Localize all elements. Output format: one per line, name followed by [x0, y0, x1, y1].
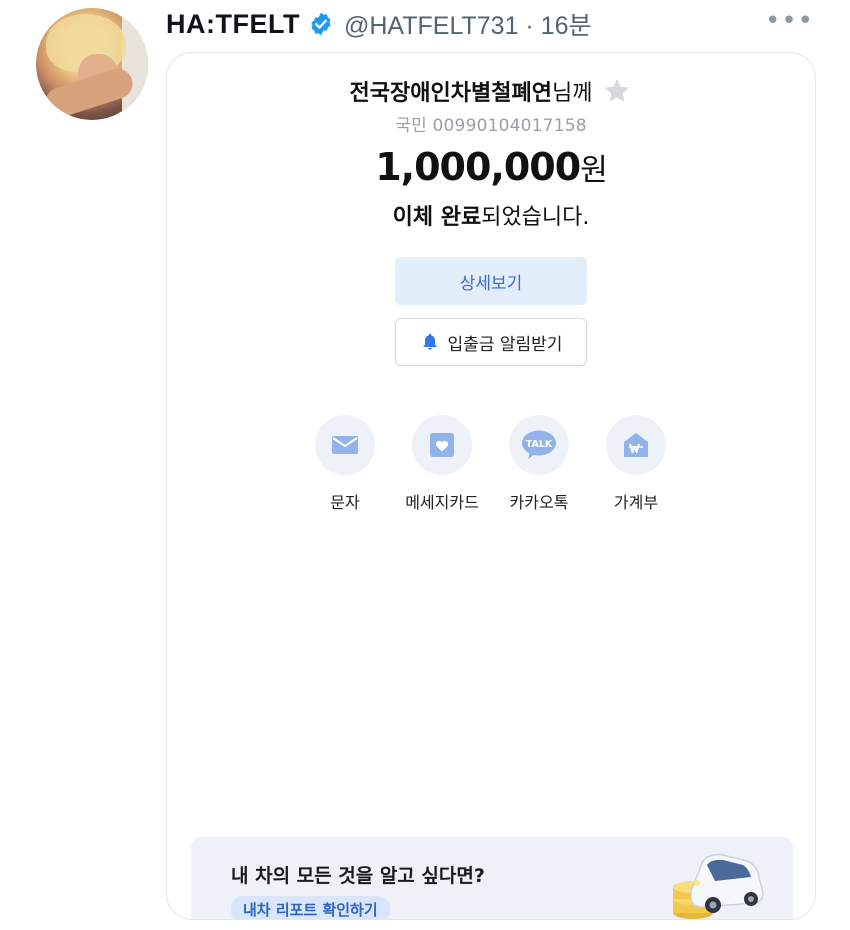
transfer-amount: 1,000,000원	[167, 145, 815, 189]
car-report-link[interactable]: 내차 리포트 확인하기	[231, 896, 390, 919]
amount-value: 1,000,000	[375, 145, 581, 189]
recipient-name: 전국장애인차별철폐연	[349, 81, 552, 106]
tweet-image[interactable]: 전국장애인차별철폐연 님께 국민 00990104017158 1,000,000…	[166, 52, 816, 920]
recipient-line: 전국장애인차별철폐연 님께	[167, 75, 815, 107]
bell-icon	[422, 333, 437, 350]
kakaotalk-icon-text: TALK	[526, 439, 553, 450]
share-kakaotalk[interactable]: TALK 카카오톡	[494, 415, 584, 513]
handle-and-time[interactable]: @HATFELT731 · 16분	[344, 6, 592, 42]
star-icon[interactable]	[602, 76, 632, 106]
status-rest: 되었습니다.	[481, 205, 590, 230]
share-ledger-label: 가계부	[613, 493, 659, 512]
details-button[interactable]: 상세보기	[395, 257, 587, 305]
share-message-card-label: 메세지카드	[405, 493, 479, 512]
verified-badge-icon	[311, 12, 331, 36]
transfer-status: 이체 완료되었습니다.	[167, 199, 815, 231]
envelope-icon	[332, 436, 358, 454]
recipient-suffix: 님께	[551, 81, 593, 106]
car-coins-illustration	[673, 853, 764, 919]
share-ledger-circle	[606, 415, 666, 475]
display-name[interactable]: HA:TFELT	[166, 9, 300, 40]
house-ledger-icon	[624, 433, 648, 457]
kakaotalk-icon: TALK	[522, 430, 556, 459]
avatar[interactable]	[36, 8, 148, 120]
share-sms-label: 문자	[330, 493, 360, 512]
alert-button-label: 입출금 알림받기	[447, 334, 563, 355]
tweet-header: HA:TFELT @HATFELT731 · 16분	[166, 6, 592, 42]
avatar-background	[122, 8, 148, 120]
share-sms-circle	[315, 415, 375, 475]
more-horizontal-icon[interactable]: •••	[765, 6, 814, 36]
car-report-banner[interactable]: 내 차의 모든 것을 알고 싶다면? 내차 리포트 확인하기	[191, 837, 793, 919]
share-message-card-circle	[412, 415, 472, 475]
banner-title: 내 차의 모든 것을 알고 싶다면?	[231, 865, 485, 887]
deposit-alert-button[interactable]: 입출금 알림받기	[395, 318, 587, 366]
share-kakaotalk-circle: TALK	[509, 415, 569, 475]
share-sms[interactable]: 문자	[300, 415, 390, 513]
account-number: 국민 00990104017158	[395, 116, 587, 136]
status-bold: 이체 완료	[392, 205, 482, 230]
heart-card-icon	[430, 433, 454, 457]
share-message-card[interactable]: 메세지카드	[397, 415, 487, 513]
share-ledger[interactable]: 가계부	[591, 415, 681, 513]
amount-unit: 원	[580, 153, 608, 188]
share-kakaotalk-label: 카카오톡	[509, 493, 569, 512]
